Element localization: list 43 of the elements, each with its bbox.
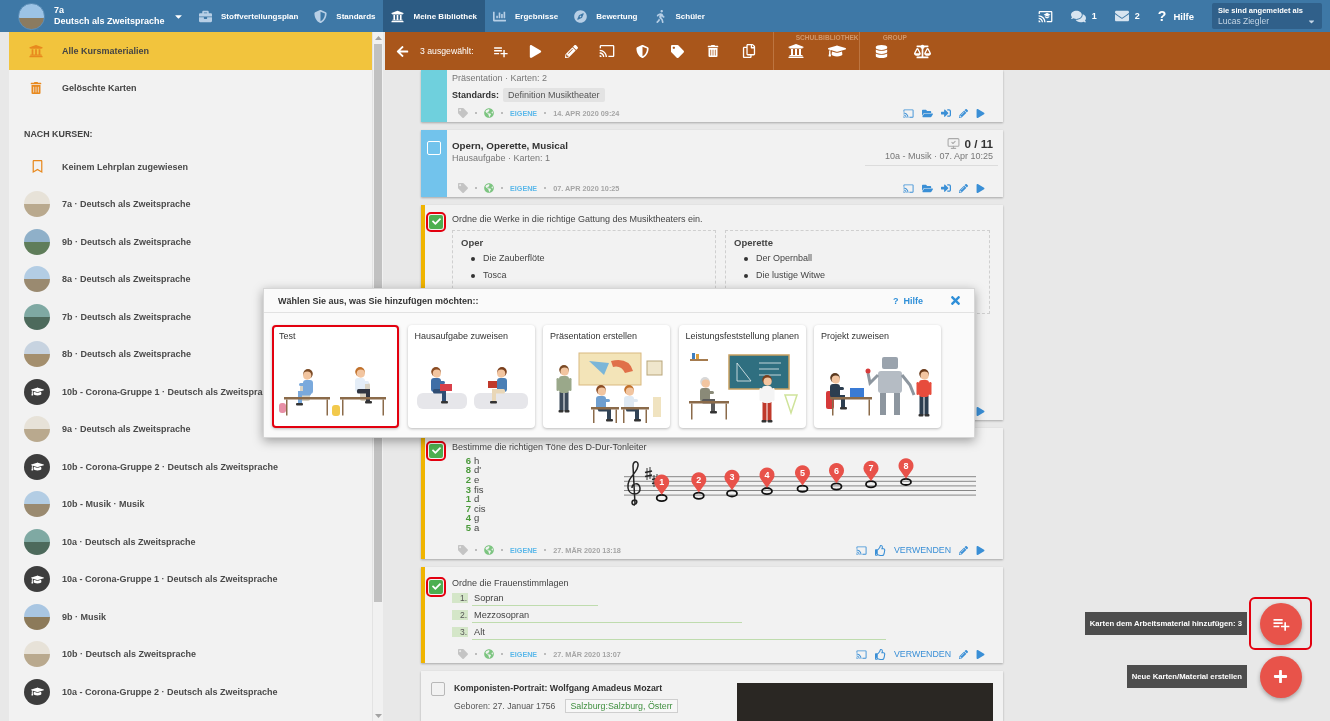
note-name: e [474, 475, 480, 485]
answer-number: 8 [464, 465, 471, 476]
card-subtitle: Hausaufgabe · Karten: 1 [452, 152, 551, 164]
answer-number: 1 [464, 494, 471, 505]
answer-number: 7 [464, 503, 471, 514]
note-name: h [474, 455, 480, 466]
card-title: Opern, Operette, Musical [452, 139, 568, 152]
note-name: d [474, 494, 480, 505]
user-name: Lucas Ziegler [1218, 15, 1270, 27]
standard-tag: Definition Musiktheater [503, 88, 605, 102]
category-title: Operette [734, 236, 774, 250]
assignment-info: 10a - Musik · 07. Apr 10:25 [884, 150, 993, 162]
progress-count: 0 / 11 [964, 137, 993, 150]
note-name: d' [474, 465, 482, 476]
birth-date: Geboren: 27. Januar 1756 [454, 701, 556, 711]
answer-number: 6 [464, 455, 471, 466]
question-text: Bestimme die richtigen Töne des D-Dur-Tonleiter [452, 441, 647, 454]
section-heading: NACH KURSEN: [24, 128, 93, 139]
selection-count: 3 ausgewählt: [420, 46, 474, 56]
answer-number: 5 [464, 522, 471, 533]
answer-number: 2 [464, 475, 471, 485]
question-text: Ordne die Frauenstimmlagen [452, 577, 569, 590]
note-name: g [474, 513, 480, 524]
answer-line: Sopran [472, 592, 598, 606]
course-name: Deutsch als Zweitsprache [54, 16, 165, 27]
note-name: cis [474, 503, 486, 514]
category-title: Oper [461, 236, 484, 250]
question-text: Ordne die Werke in die richtige Gattung des Musiktheaters ein. [452, 213, 703, 226]
standards-label: Standards: [452, 90, 499, 100]
card-subtitle: Präsentation · Karten: 2 [452, 72, 548, 84]
note-name: a [474, 522, 480, 533]
card-title: Komponisten-Portrait: Wolfgang Amadeus Mozart [454, 682, 663, 695]
order-number: 3. [452, 627, 468, 637]
dialog-title: Wählen Sie aus, was Sie hinzufügen möchten:: [278, 295, 479, 306]
answer-line: Alt [472, 626, 886, 640]
answer-line: Mezzosopran [472, 609, 742, 623]
answer-number: 4 [464, 513, 471, 524]
place-tag: Salzburg:Salzburg, Österr [565, 699, 678, 713]
order-number: 1. [452, 593, 468, 603]
answer-number: 3 [464, 484, 471, 495]
note-name: fis [474, 484, 484, 495]
course-class: 7a [54, 5, 64, 16]
order-number: 2. [452, 610, 468, 620]
